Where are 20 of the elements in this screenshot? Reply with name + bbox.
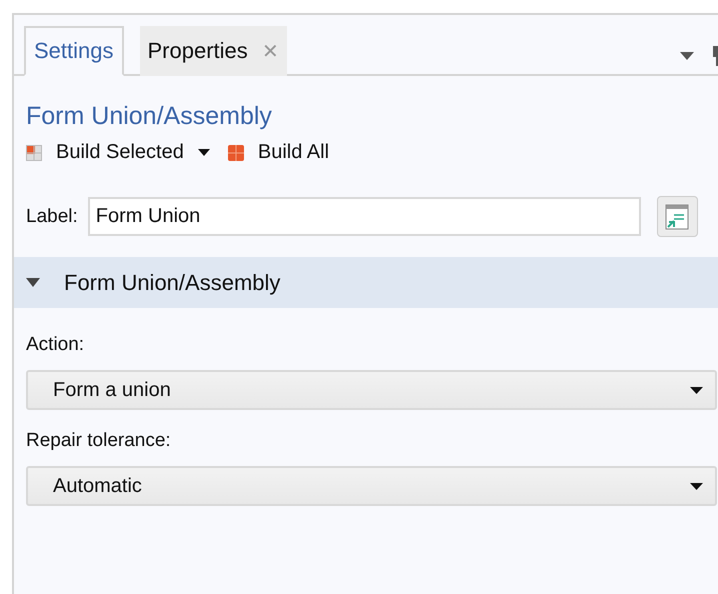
note-icon: [665, 204, 690, 230]
label-input[interactable]: Form Union: [88, 197, 641, 236]
caret-icon[interactable]: [680, 52, 694, 60]
panel-title: Form Union/Assembly: [26, 102, 273, 131]
caret-icon: [690, 482, 703, 490]
build-button[interactable]: Build Selected: [26, 141, 210, 164]
field-label: Label:: [26, 206, 78, 228]
dropdown[interactable]: Form a union: [26, 370, 717, 410]
cube-icon: [26, 144, 42, 160]
tab[interactable]: Settings: [24, 26, 124, 76]
comment-button[interactable]: [656, 196, 698, 237]
dropdown[interactable]: Automatic: [26, 466, 717, 506]
section-header[interactable]: Form Union/Assembly: [14, 257, 718, 308]
cube-icon: [228, 144, 244, 160]
build-button[interactable]: Build All: [228, 141, 330, 164]
field-label: Repair tolerance:: [26, 430, 172, 452]
caret-icon: [26, 278, 40, 287]
caret-icon: [690, 386, 703, 394]
field-label: Action:: [26, 334, 86, 356]
tab[interactable]: Properties ✕: [140, 26, 287, 76]
